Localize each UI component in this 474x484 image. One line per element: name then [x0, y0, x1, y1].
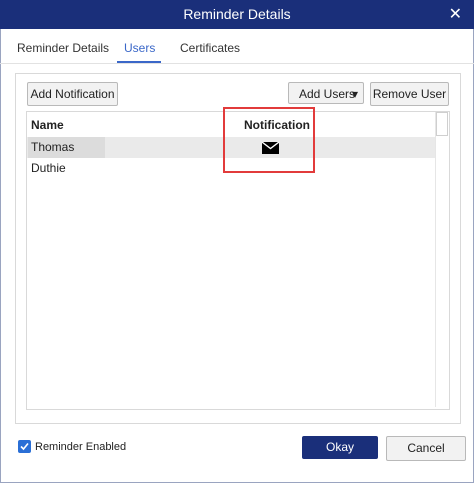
okay-button[interactable]: Okay	[302, 436, 378, 459]
cancel-label: Cancel	[407, 441, 445, 455]
user-name-cell[interactable]: Thomas Duthie	[28, 137, 105, 175]
tabs-divider	[0, 63, 474, 64]
remove-user-button[interactable]: Remove User	[370, 82, 449, 106]
window-titlebar: Reminder Details ✕	[0, 0, 474, 29]
add-notification-button[interactable]: Add Notification	[27, 82, 118, 106]
scrollbar-thumb[interactable]	[436, 112, 448, 136]
remove-user-label: Remove User	[372, 87, 447, 101]
cancel-button[interactable]: Cancel	[386, 436, 466, 461]
column-header-name[interactable]: Name	[31, 118, 64, 132]
grid-scrollbar[interactable]	[435, 112, 448, 407]
checkmark-icon	[20, 442, 29, 451]
tab-users[interactable]: Users	[124, 41, 155, 55]
notification-highlight-box	[223, 107, 315, 173]
reminder-enabled-label: Reminder Enabled	[35, 441, 127, 453]
add-users-dropdown-button[interactable]: Add Users ▾	[288, 82, 364, 104]
tab-reminder-details[interactable]: Reminder Details	[17, 41, 109, 55]
add-notification-label: Add Notification	[30, 87, 115, 101]
add-users-label: Add Users	[299, 87, 356, 101]
reminder-enabled-checkbox[interactable]	[18, 440, 31, 453]
tab-certificates[interactable]: Certificates	[180, 41, 240, 55]
close-icon[interactable]: ✕	[449, 4, 462, 24]
okay-label: Okay	[325, 440, 354, 454]
chevron-down-icon: ▾	[351, 87, 358, 101]
window-title: Reminder Details	[183, 6, 291, 22]
